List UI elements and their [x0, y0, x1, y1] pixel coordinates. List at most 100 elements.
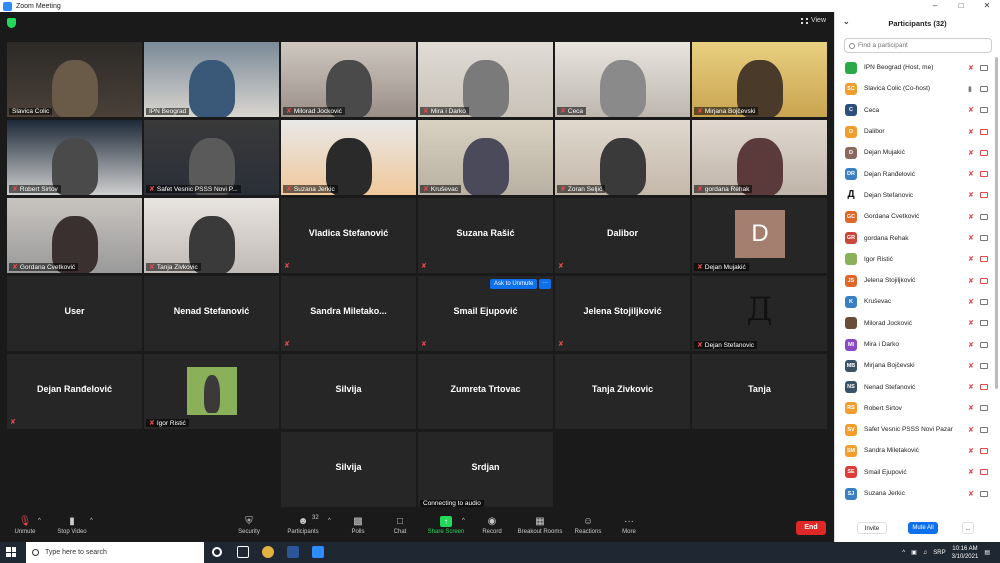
participant-tile[interactable]: Silvija	[281, 432, 416, 507]
audio-options-caret[interactable]: ^	[38, 518, 41, 524]
video-feed	[7, 42, 142, 117]
participant-tile[interactable]: ✘ Robert Sirtov	[7, 120, 142, 195]
participant-list-item[interactable]: NS Nenad Stefanović ✘	[835, 376, 995, 397]
participant-tile[interactable]: Д ✘ Dejan Stefanovic	[692, 276, 827, 351]
record-button[interactable]: ◉ Record	[467, 516, 517, 535]
participant-list-item[interactable]: MI Mira i Darko ✘	[835, 334, 995, 355]
participant-tile[interactable]: Slavica Colic	[7, 42, 142, 117]
participant-tile[interactable]: D ✘ Dejan Mujakić	[692, 198, 827, 273]
participant-search[interactable]	[844, 38, 992, 53]
close-button[interactable]: ✕	[974, 0, 1000, 12]
participant-list-item[interactable]: SM Sandra Miletaković ✘	[835, 440, 995, 461]
unmute-button[interactable]: 🎙 Unmute	[0, 516, 50, 535]
participant-list-item[interactable]: SE Smail Ejupović ✘	[835, 462, 995, 483]
taskbar-clock[interactable]: 10:16 AM 3/10/2021	[952, 545, 979, 561]
participant-tile[interactable]: Suzana Rašić ✘	[418, 198, 553, 273]
taskbar-search[interactable]: Type here to search	[26, 542, 204, 563]
participant-tile[interactable]: Srdjan Connecting to audio	[418, 432, 553, 507]
muted-mic-icon: ✘	[12, 264, 18, 271]
share-options-caret[interactable]: ^	[462, 518, 465, 524]
participant-list-item[interactable]: RS Robert Sirtov ✘	[835, 398, 995, 419]
participant-list-item[interactable]: Д Dejan Stefanovic ✘	[835, 185, 995, 206]
security-button[interactable]: ⛨ Security	[224, 516, 274, 535]
participant-tile[interactable]: ✘ Kruševac	[418, 120, 553, 195]
windows-start-icon[interactable]	[6, 547, 16, 557]
view-button[interactable]: View	[800, 17, 826, 24]
participant-tile[interactable]: Sandra Miletako... ✘	[281, 276, 416, 351]
participant-tile[interactable]: Vladica Stefanović ✘	[281, 198, 416, 273]
participant-tile[interactable]: ✘ Igor Ristić	[144, 354, 279, 429]
participant-tile[interactable]: ✘ Safet Vesnic PSSS Novi P...	[144, 120, 279, 195]
participant-tile[interactable]: Dejan Ranđelović ✘	[7, 354, 142, 429]
notifications-icon[interactable]: ▤	[984, 549, 990, 556]
participant-list-item[interactable]: Milorad Jocković ✘	[835, 313, 995, 334]
keyboard-language[interactable]: SRP	[933, 550, 945, 556]
microphone-icon: ▮	[968, 85, 972, 93]
participant-tile[interactable]: ✘ gordana Rehak	[692, 120, 827, 195]
participant-list-item[interactable]: C Ceca ✘	[835, 100, 995, 121]
volume-icon[interactable]: ♫	[923, 550, 928, 556]
chat-button[interactable]: □ Chat	[375, 516, 425, 535]
participant-list-item[interactable]: DR Dejan Ranđelović ✘	[835, 163, 995, 184]
participant-list-item[interactable]: SJ Suzana Jerkic ✘	[835, 483, 995, 504]
participant-tile[interactable]: ✘ Suzana Jerkic	[281, 120, 416, 195]
participants-button[interactable]: ☻ Participants	[278, 516, 328, 535]
participant-tile[interactable]: ✘ Mirjana Bojčevski	[692, 42, 827, 117]
participant-tile[interactable]: ✘ Milorad Jocković	[281, 42, 416, 117]
panel-more-button[interactable]: ...	[962, 522, 974, 534]
participant-tile[interactable]: ✘ Mira i Darko	[418, 42, 553, 117]
participant-list-item[interactable]: Igor Ristić ✘	[835, 249, 995, 270]
chevron-down-icon[interactable]: ⌄	[843, 17, 850, 26]
participant-tile[interactable]: Silvija	[281, 354, 416, 429]
word-icon[interactable]	[287, 546, 299, 558]
participant-list-item[interactable]: D Dejan Mujakić ✘	[835, 142, 995, 163]
ask-to-unmute-button[interactable]: Ask to Unmute	[490, 279, 538, 289]
participant-avatar: SV	[845, 423, 857, 436]
participant-list-item[interactable]: GC Gordana Cvetković ✘	[835, 206, 995, 227]
participant-list-item[interactable]: MB Mirjana Bojčevski ✘	[835, 355, 995, 376]
participant-list-item[interactable]: SV Safet Vesnic PSSS Novi Pazar ✘	[835, 419, 995, 440]
invite-button[interactable]: Invite	[857, 522, 887, 534]
participants-options-caret[interactable]: ^	[328, 518, 331, 524]
participant-avatar	[845, 61, 857, 74]
participant-tile[interactable]: Zumreta Trtovac	[418, 354, 553, 429]
tray-chevron-icon[interactable]: ^	[902, 550, 905, 556]
participant-tile[interactable]: Tanja Zivkovic	[555, 354, 690, 429]
participant-tile[interactable]: Jelena Stojiljković ✘	[555, 276, 690, 351]
participant-tile[interactable]: ✘ Gordana Cvetković	[7, 198, 142, 273]
video-options-caret[interactable]: ^	[90, 518, 93, 524]
tile-more-button[interactable]: ···	[539, 279, 551, 289]
breakout-rooms-button[interactable]: ▦ Breakout Rooms	[515, 516, 565, 535]
mute-all-button[interactable]: Mute All	[908, 522, 938, 534]
more-button[interactable]: ··· More	[604, 516, 654, 535]
participant-search-input[interactable]	[858, 42, 988, 49]
participant-tile[interactable]: User	[7, 276, 142, 351]
minimize-button[interactable]: –	[922, 0, 948, 12]
chat-icon: □	[396, 516, 404, 527]
participant-tile[interactable]: IPN Beograd	[144, 42, 279, 117]
breakout-rooms-label: Breakout Rooms	[517, 529, 563, 535]
participant-tile[interactable]: Dalibor ✘	[555, 198, 690, 273]
zoom-taskbar-icon[interactable]	[312, 546, 324, 558]
participant-list-item[interactable]: D Dalibor ✘	[835, 121, 995, 142]
encryption-shield-icon[interactable]	[7, 18, 16, 28]
chrome-icon[interactable]	[262, 546, 274, 558]
participant-tile[interactable]: ✘ Zoran Seljić	[555, 120, 690, 195]
maximize-button[interactable]: □	[948, 0, 974, 12]
participant-list-item[interactable]: K Kruševac ✘	[835, 291, 995, 312]
participant-tile[interactable]: ✘ Ceca	[555, 42, 690, 117]
cortana-icon[interactable]	[212, 547, 222, 557]
participant-list-item[interactable]: SC Slavica Colic (Co-host) ▮	[835, 78, 995, 99]
participant-list-item[interactable]: IPN Beograd (Host, me) ✘	[835, 57, 995, 78]
participant-list-item[interactable]: GR gordana Rehak ✘	[835, 227, 995, 248]
participant-tile[interactable]: Tanja	[692, 354, 827, 429]
network-icon[interactable]: ▣	[911, 549, 917, 556]
participant-tile[interactable]: Nenad Stefanović	[144, 276, 279, 351]
participant-tile[interactable]: Smail Ejupović ✘ Ask to Unmute ···	[418, 276, 553, 351]
participant-tile[interactable]: ✘ Tanja Zivkovic	[144, 198, 279, 273]
video-feed	[692, 120, 827, 195]
participant-list-item[interactable]: JS Jelena Stojiljković ✘	[835, 270, 995, 291]
participants-scrollbar[interactable]	[995, 57, 998, 389]
task-view-icon[interactable]	[237, 546, 249, 558]
end-meeting-button[interactable]: End	[796, 521, 826, 535]
